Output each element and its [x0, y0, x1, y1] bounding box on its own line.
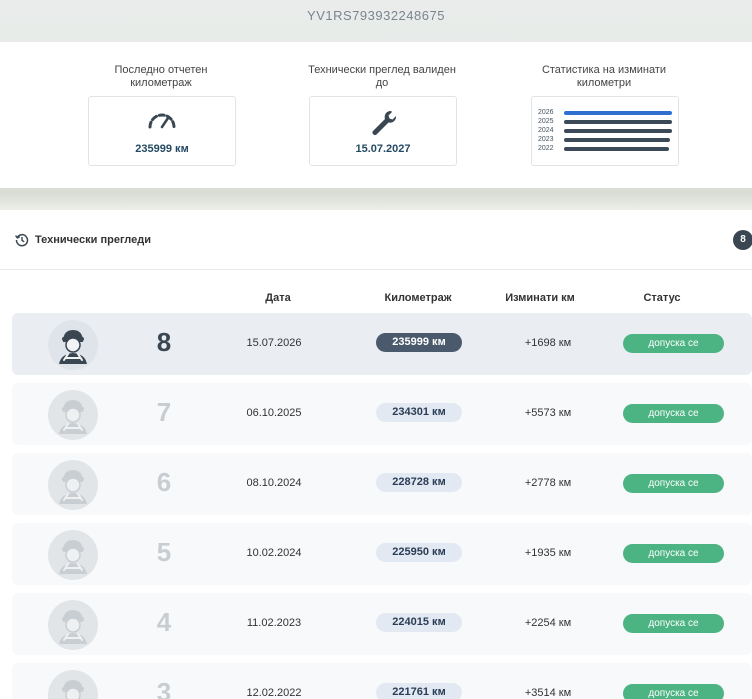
section-title: Технически прегледи	[35, 234, 151, 246]
mileage-value: 235999 км	[135, 143, 189, 155]
vin-number: YV1RS793932248675	[307, 8, 445, 23]
table-header: Дата Километраж Изминати км Статус	[0, 292, 752, 308]
inspection-mileage: 225950 км	[376, 543, 462, 562]
inspection-number: 3	[156, 677, 172, 699]
status-badge: допуска се	[623, 334, 724, 353]
inspection-km-diff: +2778 км	[524, 477, 572, 489]
mechanic-avatar-icon	[48, 390, 98, 440]
km-stats-year: 2026	[538, 109, 554, 116]
header-date: Дата	[265, 292, 291, 304]
vehicle-info-panel: Последно отчетен километраж 235999 км Те…	[0, 42, 752, 188]
history-icon	[15, 233, 29, 252]
inspection-km-diff: +2254 км	[524, 617, 572, 629]
inspection-km-diff: +1698 км	[524, 337, 572, 349]
mileage-card: 235999 км	[88, 96, 236, 166]
km-stats-bar	[564, 129, 672, 133]
km-stats-card[interactable]: 2026 2025 2024 2023 2022	[531, 96, 679, 166]
inspection-date: 12.02.2022	[246, 687, 302, 699]
table-row[interactable]: 5 10.02.2024 225950 км +1935 км допуска се	[12, 523, 752, 585]
mechanic-avatar-icon	[48, 320, 98, 370]
table-row[interactable]: 8 15.07.2026 235999 км +1698 км допуска се	[12, 313, 752, 375]
km-stats-row: 2022	[538, 145, 674, 153]
km-stats-year: 2024	[538, 127, 554, 134]
inspection-number: 8	[156, 327, 172, 357]
km-stats-bar	[564, 111, 672, 115]
km-stats-bar	[564, 147, 669, 151]
inspection-label: Технически преглед валиден до	[308, 64, 456, 89]
inspection-mileage: 228728 км	[376, 473, 462, 492]
wrench-icon	[310, 109, 456, 142]
inspection-mileage: 235999 км	[376, 333, 462, 352]
header-km: Километраж	[384, 292, 452, 304]
km-stats-bar	[564, 138, 670, 142]
table-row[interactable]: 7 06.10.2025 234301 км +5573 км допуска се	[12, 383, 752, 445]
header-diff: Изминати км	[505, 292, 575, 304]
inspection-number: 5	[156, 537, 172, 567]
km-stats-label: Статистика на изминати километри	[541, 64, 667, 89]
inspection-number: 4	[156, 607, 172, 637]
status-badge: допуска се	[623, 474, 724, 493]
inspection-card: 15.07.2027	[309, 96, 457, 166]
inspection-date: 10.02.2024	[246, 547, 302, 559]
inspection-km-diff: +1935 км	[524, 547, 572, 559]
inspection-mileage: 224015 км	[376, 613, 462, 632]
inspections-count-badge: 8	[733, 230, 752, 250]
inspection-number: 7	[156, 397, 172, 427]
inspection-date: 06.10.2025	[246, 407, 302, 419]
inspection-date: 15.07.2026	[246, 337, 302, 349]
inspection-km-diff: +3514 км	[524, 687, 572, 699]
km-stats-row: 2026	[538, 109, 674, 117]
mechanic-avatar-icon	[48, 530, 98, 580]
status-badge: допуска се	[623, 684, 724, 699]
inspection-mileage: 221761 км	[376, 683, 462, 699]
km-stats-bar	[564, 120, 672, 124]
mechanic-avatar-icon	[48, 670, 98, 699]
inspection-number: 6	[156, 467, 172, 497]
inspection-date: 08.10.2024	[246, 477, 302, 489]
status-badge: допуска се	[623, 544, 724, 563]
km-stats-year: 2023	[538, 136, 554, 143]
km-stats-row: 2025	[538, 118, 674, 126]
status-badge: допуска се	[623, 404, 724, 423]
mechanic-avatar-icon	[48, 600, 98, 650]
inspection-value: 15.07.2027	[355, 143, 411, 155]
inspection-km-diff: +5573 км	[524, 407, 572, 419]
inspection-date: 11.02.2023	[246, 617, 302, 629]
table-row[interactable]: 6 08.10.2024 228728 км +2778 км допуска се	[12, 453, 752, 515]
km-stats-year: 2025	[538, 118, 554, 125]
speedometer-icon	[89, 109, 235, 136]
header-status: Статус	[643, 292, 681, 304]
table-row[interactable]: 4 11.02.2023 224015 км +2254 км допуска се	[12, 593, 752, 655]
inspection-mileage: 234301 км	[376, 403, 462, 422]
km-stats-row: 2024	[538, 127, 674, 135]
table-row[interactable]: 3 12.02.2022 221761 км +3514 км допуска се	[12, 663, 752, 699]
mileage-label: Последно отчетен километраж	[114, 64, 208, 89]
km-stats-row: 2023	[538, 136, 674, 144]
inspections-section-header: Технически прегледи 8	[0, 210, 752, 270]
km-stats-year: 2022	[538, 145, 554, 152]
status-badge: допуска се	[623, 614, 724, 633]
mechanic-avatar-icon	[48, 460, 98, 510]
